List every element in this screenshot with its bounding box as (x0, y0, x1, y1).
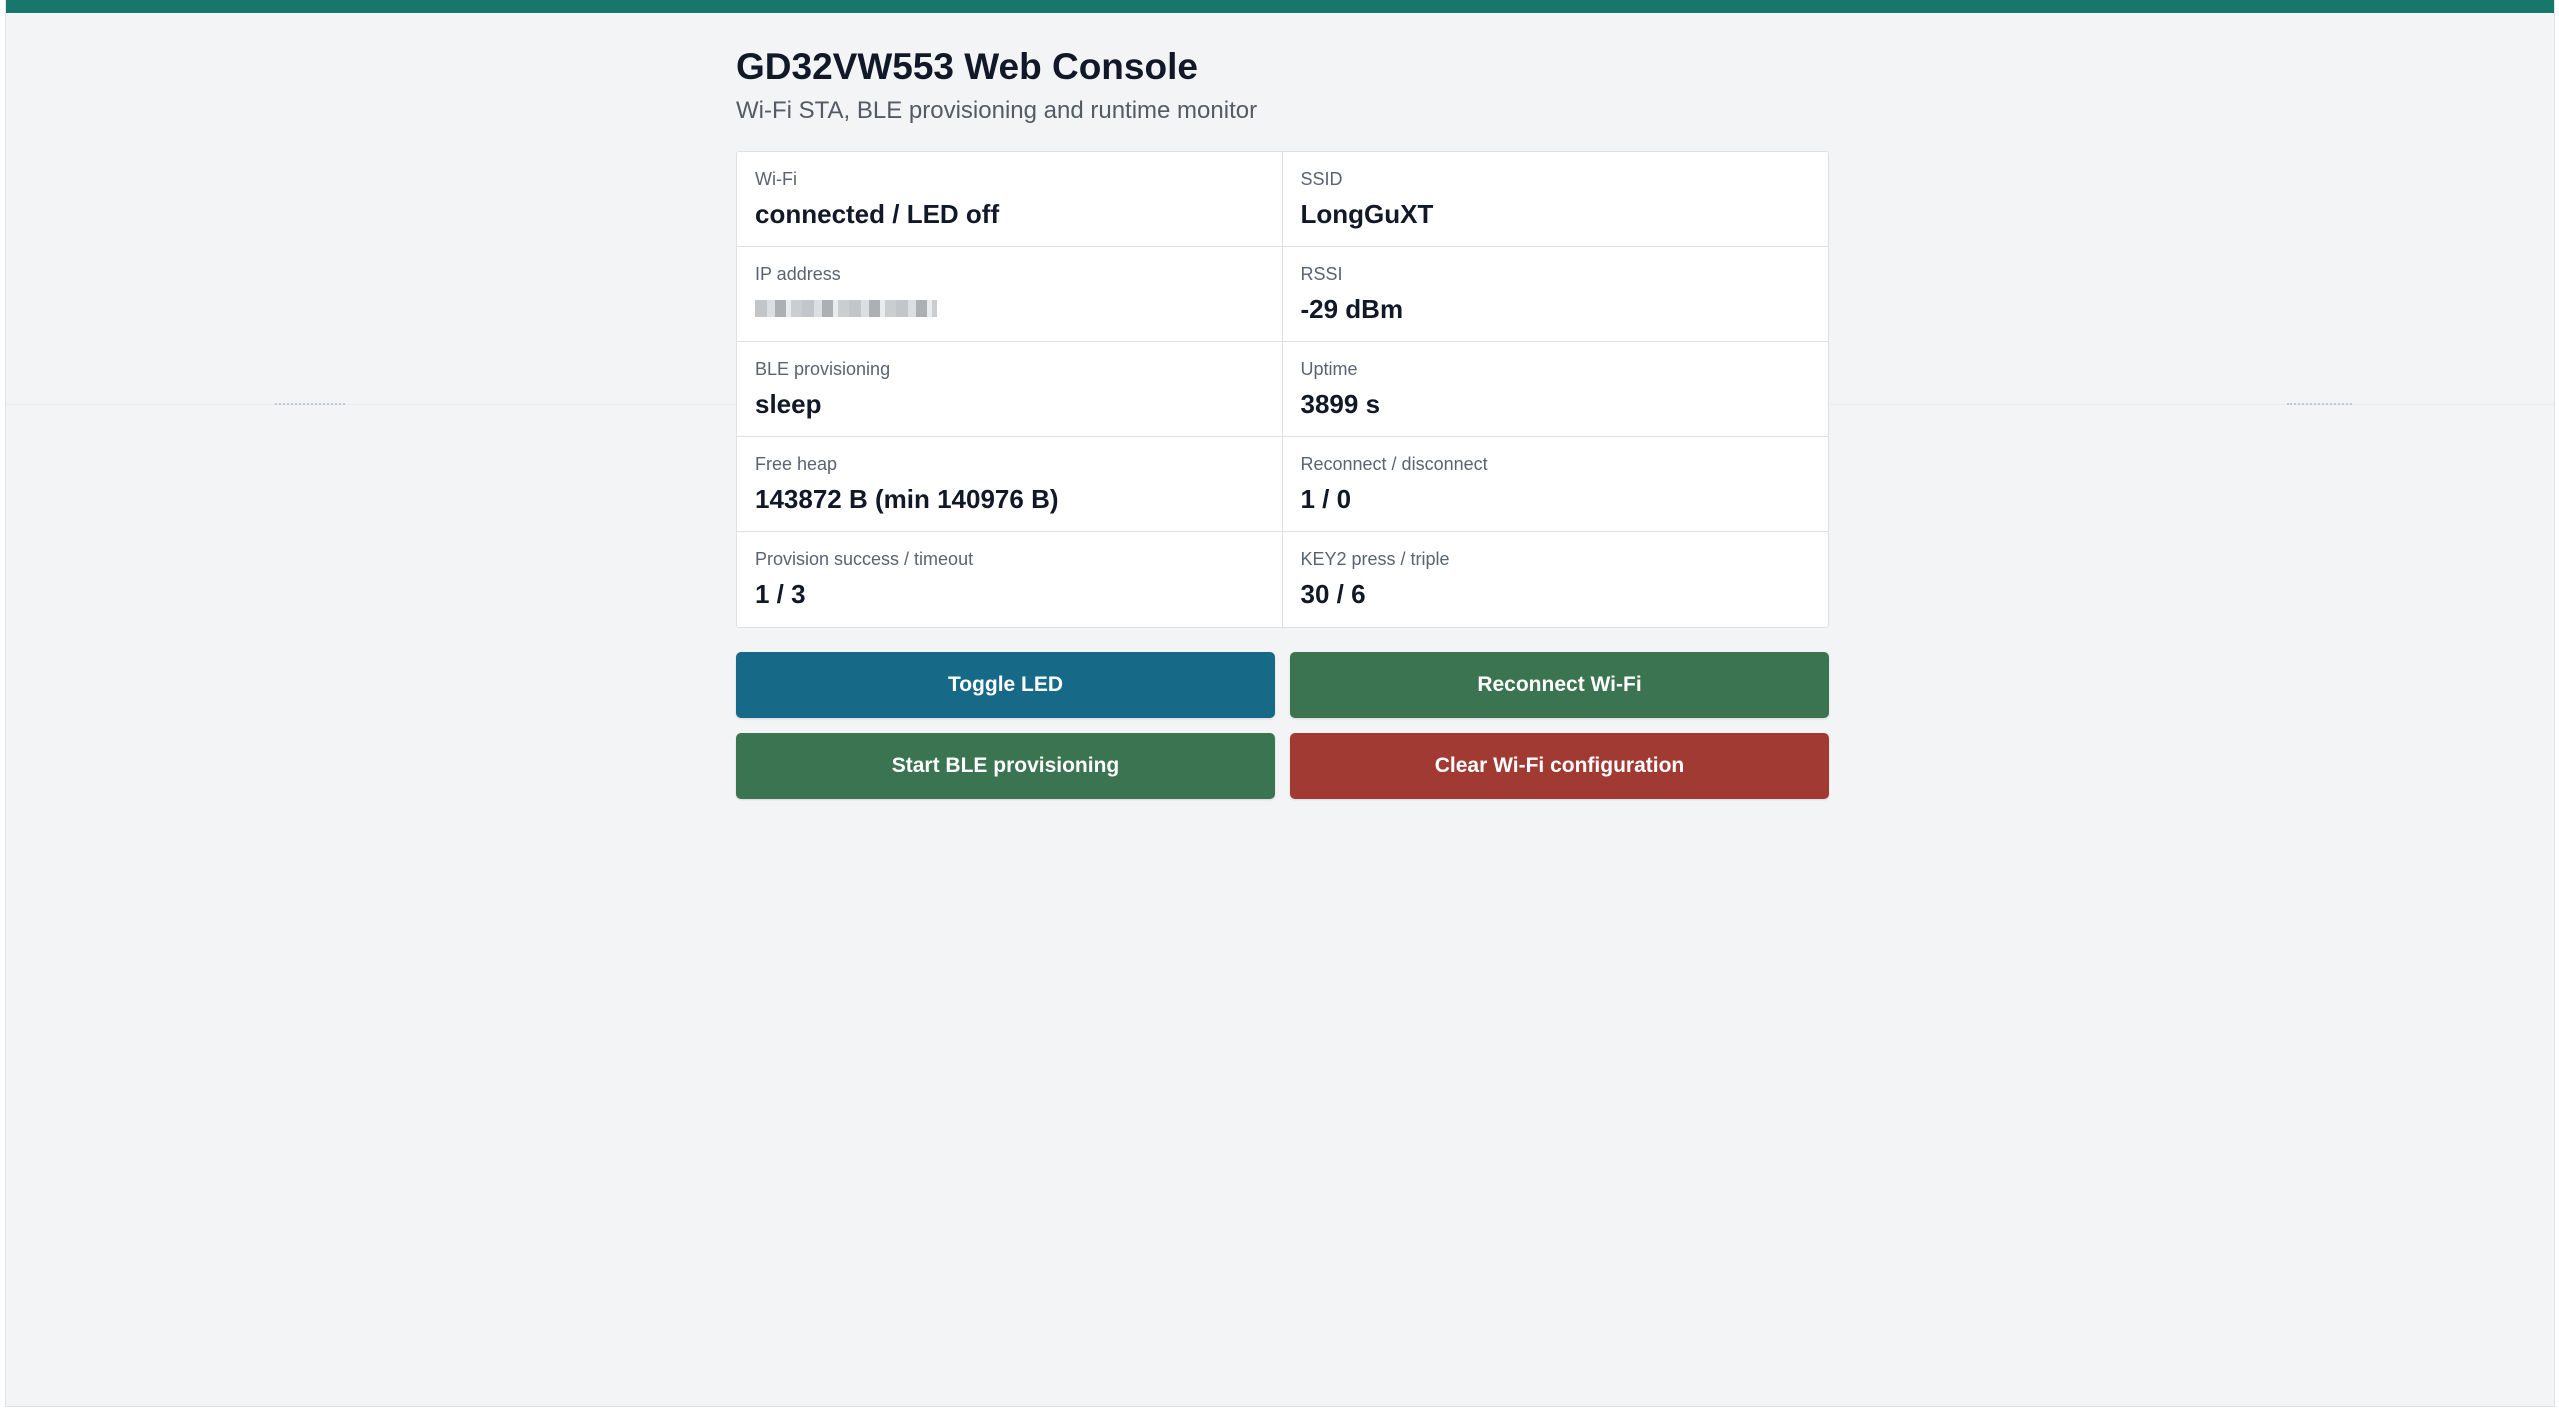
status-cell-provision: Provision success / timeout 1 / 3 (737, 532, 1283, 627)
status-label: Uptime (1300, 359, 1358, 379)
wifi-status-value: connected / LED off (755, 199, 1000, 229)
status-label: KEY2 press / triple (1300, 549, 1450, 569)
ssid-value: LongGuXT (1300, 199, 1434, 229)
ip-address-value (755, 293, 1264, 328)
status-label: Wi-Fi (755, 169, 797, 189)
browser-viewport: GD32VW553 Web Console Wi-Fi STA, BLE pro… (5, 0, 2555, 1407)
status-label: SSID (1300, 169, 1343, 189)
status-label: RSSI (1300, 264, 1343, 284)
status-cell-uptime: Uptime 3899 s (1282, 342, 1828, 437)
status-cell-ble: BLE provisioning sleep (737, 342, 1283, 437)
uptime-value: 3899 s (1300, 389, 1381, 419)
ble-provisioning-value: sleep (755, 389, 822, 419)
status-cell-key2: KEY2 press / triple 30 / 6 (1283, 532, 1829, 627)
key2-press-triple-value: 30 / 6 (1300, 579, 1366, 609)
status-label: Free heap (755, 454, 838, 474)
status-label: Reconnect / disconnect (1300, 454, 1488, 474)
background-mark-right (2287, 398, 2352, 405)
background-mark-left (275, 398, 345, 405)
clear-wifi-configuration-button[interactable]: Clear Wi-Fi configuration (1290, 733, 1829, 799)
status-grid: Wi-Fi connected / LED off SSID LongGuXT … (736, 151, 1829, 628)
provision-success-timeout-value: 1 / 3 (755, 579, 806, 609)
redacted-ip-pixelation (755, 295, 937, 321)
status-cell-wifi: Wi-Fi connected / LED off (737, 152, 1283, 247)
accent-top-bar (6, 0, 2554, 13)
action-buttons: Toggle LED Reconnect Wi-Fi Start BLE pro… (736, 652, 1829, 799)
status-cell-ip: IP address (737, 247, 1283, 342)
page-subtitle: Wi-Fi STA, BLE provisioning and runtime … (736, 97, 1258, 124)
start-ble-provisioning-button[interactable]: Start BLE provisioning (736, 733, 1275, 799)
status-cell-ssid: SSID LongGuXT (1282, 152, 1828, 247)
status-cell-heap: Free heap 143872 B (min 140976 B) (737, 437, 1283, 532)
free-heap-value: 143872 B (min 140976 B) (755, 484, 1059, 514)
status-cell-reconnect: Reconnect / disconnect 1 / 0 (1282, 437, 1828, 532)
page-title: GD32VW553 Web Console (736, 46, 1198, 87)
status-cell-rssi: RSSI -29 dBm (1282, 247, 1828, 342)
reconnect-wifi-button[interactable]: Reconnect Wi-Fi (1290, 652, 1829, 718)
rssi-value: -29 dBm (1300, 294, 1404, 324)
status-label: IP address (755, 264, 841, 284)
status-label: Provision success / timeout (755, 549, 974, 569)
reconnect-disconnect-value: 1 / 0 (1300, 484, 1352, 514)
toggle-led-button[interactable]: Toggle LED (736, 652, 1275, 718)
console-container: GD32VW553 Web Console Wi-Fi STA, BLE pro… (736, 44, 1829, 799)
status-label: BLE provisioning (755, 359, 891, 379)
